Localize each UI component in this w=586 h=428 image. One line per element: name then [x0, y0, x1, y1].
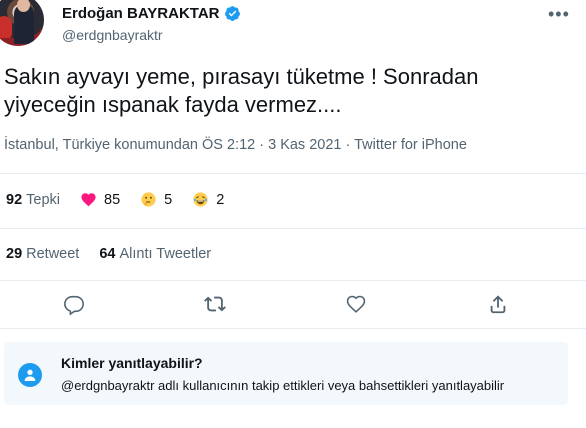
mention-user-icon: [18, 363, 42, 387]
reply-icon[interactable]: [63, 293, 85, 316]
like-icon[interactable]: [345, 293, 367, 315]
author-name[interactable]: Erdoğan BAYRAKTAR: [62, 5, 220, 22]
divider: [0, 280, 586, 281]
tweet-meta[interactable]: İstanbul, Türkiye konumundan ÖS 2:12 · 3…: [4, 137, 467, 153]
laughing-face-icon: [193, 192, 208, 207]
tweet-text-line: yiyeceğin ıspanak fayda vermez....: [4, 92, 342, 117]
author-handle[interactable]: @erdgnbayraktr: [62, 27, 163, 43]
author-name-row: Erdoğan BAYRAKTAR: [62, 5, 241, 22]
reactions-label: Tepki: [26, 191, 60, 208]
tweet-text: Sakın ayvayı yeme, pırasayı tüketme ! So…: [4, 63, 574, 119]
heart-count: 85: [104, 191, 121, 208]
more-options-icon[interactable]: •••: [548, 4, 570, 25]
quote-label[interactable]: Alıntı Tweetler: [119, 246, 211, 262]
thinking-count: 5: [164, 191, 173, 208]
thinking-reaction[interactable]: 5: [140, 191, 172, 208]
quote-count[interactable]: 64: [99, 246, 115, 262]
engagement-row: 29 Retweet 64 Alıntı Tweetler: [6, 246, 231, 262]
avatar-figure-child: [0, 16, 12, 38]
share-icon[interactable]: [487, 293, 509, 315]
retweet-icon[interactable]: [204, 293, 226, 315]
heart-reaction[interactable]: 85: [80, 191, 120, 208]
retweet-label[interactable]: Retweet: [26, 246, 79, 262]
divider: [0, 173, 586, 174]
action-bar: [0, 293, 586, 317]
reply-restriction-title: Kimler yanıtlayabilir?: [61, 355, 203, 371]
laughing-count: 2: [216, 191, 225, 208]
heart-icon: [81, 193, 96, 207]
retweet-count[interactable]: 29: [6, 246, 22, 262]
reply-restriction-subtitle: @erdgnbayraktr adlı kullanıcının takip e…: [61, 378, 505, 393]
thinking-face-icon: [141, 192, 156, 207]
tweet-text-line: Sakın ayvayı yeme, pırasayı tüketme ! So…: [4, 64, 479, 89]
reactions-count: 92: [6, 191, 23, 208]
author-avatar[interactable]: [0, 0, 44, 46]
divider: [0, 228, 586, 229]
divider: [0, 328, 586, 329]
laughing-reaction[interactable]: 2: [192, 191, 224, 208]
reactions-row[interactable]: 92 Tepki 85 5 2: [6, 191, 244, 208]
verified-badge-icon: [224, 5, 241, 22]
reply-restriction-box[interactable]: Kimler yanıtlayabilir? @erdgnbayraktr ad…: [4, 342, 568, 405]
